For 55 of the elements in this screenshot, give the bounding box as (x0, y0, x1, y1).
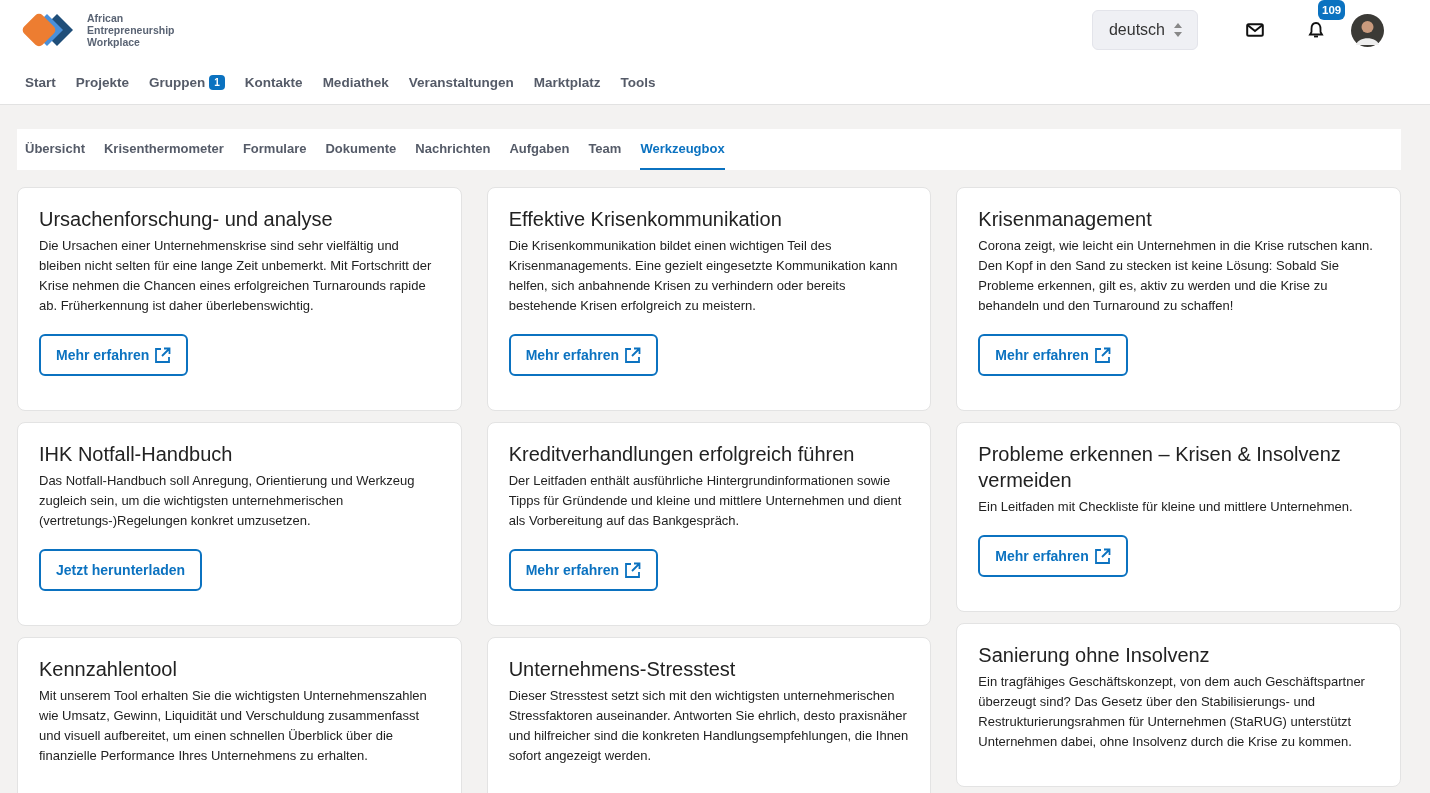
card-text: Ein tragfähiges Geschäftskonzept, von dem auch Geschäftspartner überzeugt sind? Das Gesetz über den Stabilisierungs- und Restrukturierungsrahmen für Unternehmen (StaRUG) unterstützt Unternehmen dabei, ohne Insolvenz durch die Krise zu kommen. (978, 673, 1366, 751)
card-button[interactable]: Mehr erfahren (508, 334, 659, 376)
card-title: Effektive Krisenkommunikation (508, 207, 783, 232)
language-select[interactable]: deutsch (1091, 10, 1198, 50)
mail-icon[interactable] (1246, 23, 1264, 37)
card-button[interactable]: Mehr erfahren (39, 334, 189, 376)
nav-link[interactable]: Marktplatz (533, 75, 601, 90)
card-title: Kennzahlentool (39, 657, 178, 682)
external-link-icon (1093, 346, 1111, 364)
tab[interactable]: Krisenthermometer (103, 129, 224, 170)
card-button[interactable]: Jetzt herunterladen (39, 549, 203, 591)
card-title: IHK Notfall-Handbuch (39, 442, 234, 467)
count-badge: 1 (209, 75, 225, 90)
tab[interactable]: Übersicht (25, 129, 85, 170)
card-text: Ein Leitfaden mit Checkliste für kleine und mittlere Unternehmen. (978, 498, 1354, 516)
external-link-icon (154, 346, 172, 364)
notification-badge: 109 (1318, 0, 1346, 20)
sort-icon (1173, 22, 1183, 38)
card-button[interactable]: Mehr erfahren (978, 535, 1128, 577)
logo-text: African (87, 12, 125, 24)
card-title: Sanierung ohne Insolvenz (978, 643, 1211, 668)
card-title: Kreditverhandlungen erfolgreich führen (508, 442, 856, 467)
card-text: Die Ursachen einer Unternehmenskrise sind sehr vielfältig und bleiben nicht selten für eine lange Zeit unbemerkt. Mit Fortschritt der Krise nehmen die Chancen eines erfolgreichen Turnarounds rapide ab. Früherkennung ist daher überlebenswichtig. (39, 237, 433, 315)
card-text: Dieser Stresstest setzt sich mit den wichtigsten unternehmerischen Stressfaktoren auseinander. Antworten Sie ehrlich, desto praxisnäher und hilfreicher sind die konkreten Handlungsempfehlungen, die Ihnen sofort angezeigt werden. (508, 687, 910, 765)
nav-link[interactable]: Start (25, 75, 56, 90)
tab[interactable]: Nachrichten (415, 129, 491, 170)
tab[interactable]: Dokumente (325, 129, 397, 170)
nav-link[interactable]: Veranstaltungen (408, 75, 514, 90)
nav-link[interactable]: Projekte (75, 75, 130, 90)
card-title: Unternehmens-Stresstest (508, 657, 737, 682)
nav-link[interactable]: Gruppen (149, 75, 206, 90)
tab[interactable]: Team (588, 129, 622, 170)
tab[interactable]: Formulare (242, 129, 307, 170)
card-title: Ursachenforschung- und analyse (39, 207, 334, 232)
card-text: Mit unserem Tool erhalten Sie die wichtigsten Unternehmenszahlen wie Umsatz, Gewinn, Liquidität und Verschuldung zusammenfasst und visuell aufbereitet, um einen schnellen Überblick über die finanzielle Performance Ihres Unternehmens zu erhalten. (39, 687, 428, 765)
card-button[interactable]: Mehr erfahren (508, 549, 659, 591)
nav-link[interactable]: Mediathek (322, 75, 389, 90)
logo-text: Workplace (87, 36, 141, 48)
external-link-icon (1093, 547, 1111, 565)
external-link-icon (624, 346, 642, 364)
card-text: Der Leitfaden enthält ausführliche Hintergrundinformationen sowie Tipps für Gründende und kleine und mittlere Unternehmen und dient als Vorbereitung auf das Bankgespräch. (508, 472, 903, 530)
tab[interactable]: Aufgaben (509, 129, 570, 170)
card-title: Probleme erkennen – Krisen & Insolvenz vermeiden (978, 442, 1342, 493)
external-link-icon (624, 561, 642, 579)
card-text: Corona zeigt, wie leicht ein Unternehmen in die Krise rutschen kann. Den Kopf in den Sand zu stecken ist keine Lösung: Sobald Sie Probleme erkennen, gilt es, aktiv zu werden und die Krise zu behandeln und den Turnaround zu schaffen! (978, 237, 1374, 315)
bell-icon[interactable] (1308, 21, 1324, 39)
avatar[interactable] (1351, 13, 1384, 47)
card-text: Das Notfall-Handbuch soll Anregung, Orientierung und Werkzeug zugleich sein, um die wichtigsten unternehmerischen (vertretungs-)Regelungen konkret umzusetzen. (39, 472, 416, 530)
tab[interactable]: Werkzeugbox (640, 129, 725, 170)
card-button[interactable]: Mehr erfahren (978, 334, 1128, 376)
nav-link[interactable]: Kontakte (244, 75, 303, 90)
card-text: Die Krisenkommunikation bildet einen wichtigen Teil des Krisenmanagements. Eine gezielt eingesetzte Kommunikation kann helfen, sich anbahnende Krisen zu verhindern oder bereits bestehende Krisen erfolgreich zu meistern. (508, 237, 899, 315)
nav-link[interactable]: Tools (620, 75, 656, 90)
card-title: Krisenmanagement (978, 207, 1153, 232)
logo-text: Entrepreneurship (87, 24, 175, 36)
